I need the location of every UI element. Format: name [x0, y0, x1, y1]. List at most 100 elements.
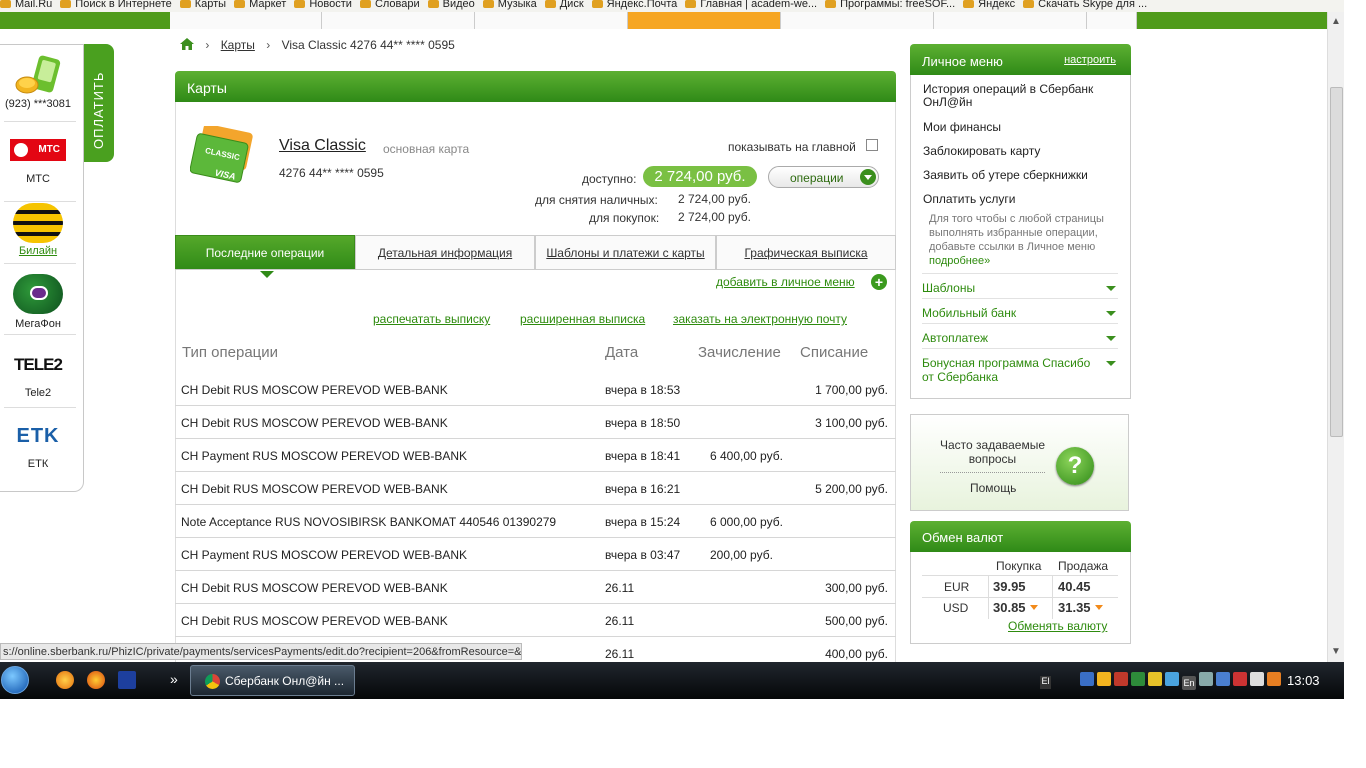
firefox-alt-icon[interactable] [87, 671, 105, 689]
menu-item-pay-services[interactable]: Оплатить услуги [923, 193, 1123, 206]
bookmark-item[interactable]: Главная | academ-we... [685, 0, 817, 10]
tab-detail-info[interactable]: Детальная информация [355, 235, 535, 270]
table-row[interactable]: CH Debit RUS MOSCOW PEREVOD WEB-BANK вчер… [175, 373, 896, 406]
home-icon[interactable] [180, 38, 194, 50]
start-button[interactable] [0, 663, 30, 699]
bookmark-item[interactable]: Скачать Skype для ... [1023, 0, 1147, 10]
menu-item-block-card[interactable]: Заблокировать карту [923, 145, 1123, 158]
pay-tab-label: ОПЛАТИТЬ [91, 71, 106, 149]
table-row[interactable]: Note Acceptance RUS NOVOSIBIRSK BANKOMAT… [175, 505, 896, 538]
operations-dropdown-button[interactable]: операции [768, 166, 879, 188]
bookmark-item[interactable]: Маркет [234, 0, 286, 10]
firefox-icon[interactable] [56, 671, 74, 689]
bookmark-item[interactable]: Поиск в Интернете [60, 0, 172, 10]
chevron-down-icon [1106, 336, 1116, 341]
divider [4, 407, 76, 408]
pay-operator-mts[interactable]: МТС МТС [2, 139, 76, 202]
bookmark-item[interactable]: Новости [294, 0, 352, 10]
tab-graphic-statement[interactable]: Графическая выписка [716, 235, 896, 270]
bookmark-item[interactable]: Музыка [482, 0, 537, 10]
tray-icon[interactable] [1216, 672, 1230, 686]
operator-label[interactable]: Билайн [2, 245, 74, 257]
print-statement-link[interactable]: распечатать выписку [373, 312, 490, 326]
taskbar-more-icon[interactable]: » [170, 671, 178, 687]
breadcrumb-cards-link[interactable]: Карты [221, 38, 255, 52]
bookmark-item[interactable]: Программы: freeSOF... [825, 0, 955, 10]
top-nav-tab-active[interactable] [628, 12, 781, 29]
vertical-scrollbar[interactable]: ▲ ▼ [1327, 12, 1344, 662]
top-nav-tab[interactable] [781, 12, 934, 29]
table-row[interactable]: CH Debit RUS MOSCOW PEREVOD WEB-BANK 26.1… [175, 604, 896, 637]
scrollbar-thumb[interactable] [1330, 87, 1343, 437]
menu-section-templates[interactable]: Шаблоны [922, 273, 1118, 295]
menu-section-mobile-bank[interactable]: Мобильный банк [922, 298, 1118, 320]
bookmark-item[interactable]: Яндекс.Почта [591, 0, 677, 10]
cards-section-header: Карты [175, 71, 896, 102]
scroll-up-arrow-icon[interactable]: ▲ [1331, 16, 1341, 27]
bookmark-item[interactable]: Словари [359, 0, 420, 10]
show-on-main-label: показывать на главной [728, 140, 856, 154]
mts-logo: МТС [10, 139, 66, 161]
menu-item-history[interactable]: История операций в Сбербанк ОнЛ@йн [923, 83, 1123, 109]
extended-statement-link[interactable]: расширенная выписка [520, 312, 645, 326]
table-row[interactable]: CH Debit RUS MOSCOW PEREVOD WEB-BANK вчер… [175, 472, 896, 505]
show-on-main-checkbox[interactable] [866, 139, 878, 151]
pay-operator-tele2[interactable]: TELE2 Tele2 [2, 355, 76, 408]
pay-operator-etk[interactable]: ETK ЕТК [2, 425, 74, 470]
mobile-pay-panel: (923) ***3081 МТС МТС Билайн МегаФон TEL… [0, 44, 84, 492]
top-nav-tab[interactable] [475, 12, 628, 29]
bookmark-item[interactable]: Mail.Ru [0, 0, 52, 10]
tele2-logo: TELE2 [14, 355, 63, 374]
table-row[interactable]: CH Debit RUS MOSCOW PEREVOD WEB-BANK 26.1… [175, 571, 896, 604]
tray-icon[interactable] [1267, 672, 1281, 686]
bookmark-item[interactable]: Диск [544, 0, 584, 10]
pay-operator-megafon[interactable]: МегаФон [2, 274, 76, 335]
tab-templates-payments[interactable]: Шаблоны и платежи с карты [535, 235, 716, 270]
top-nav-tab[interactable] [934, 12, 1087, 29]
faq-title[interactable]: Часто задаваемые вопросы [930, 438, 1055, 466]
add-to-personal-menu-link[interactable]: добавить в личное меню [716, 275, 855, 289]
taskbar-task-sberbank[interactable]: Сбербанк Онл@йн ... [190, 665, 355, 696]
tray-icon[interactable] [1250, 672, 1264, 686]
tray-icon[interactable] [1165, 672, 1179, 686]
plus-icon[interactable]: + [871, 274, 887, 290]
tab-recent-operations[interactable]: Последние операции [175, 235, 355, 278]
language-indicator[interactable]: El [1040, 676, 1051, 689]
cash-limit-label: для снятия наличных: [535, 193, 658, 207]
table-row[interactable]: CH Payment RUS MOSCOW PEREVOD WEB-BANK вч… [175, 439, 896, 472]
bookmark-item[interactable]: Видео [427, 0, 475, 10]
menu-section-autopay[interactable]: Автоплатеж [922, 323, 1118, 345]
bookmark-item[interactable]: Яндекс [963, 0, 1015, 10]
pay-tab[interactable]: ОПЛАТИТЬ [84, 44, 114, 162]
tray-icon[interactable] [1148, 672, 1162, 686]
top-nav-tab[interactable] [322, 12, 475, 29]
tray-language[interactable]: En [1182, 676, 1196, 690]
bookmark-item[interactable]: Карты [179, 0, 226, 10]
app-icon[interactable] [118, 671, 136, 689]
table-row[interactable]: CH Debit RUS MOSCOW PEREVOD WEB-BANK вчер… [175, 406, 896, 439]
table-row[interactable]: CH Payment RUS MOSCOW PEREVOD WEB-BANK вч… [175, 538, 896, 571]
pay-operator-beeline[interactable]: Билайн [2, 203, 76, 264]
tray-icon[interactable] [1097, 672, 1111, 686]
menu-item-my-finances[interactable]: Мои финансы [923, 121, 1123, 134]
question-icon[interactable]: ? [1056, 447, 1094, 485]
tray-icon[interactable] [1080, 672, 1094, 686]
more-link[interactable]: подробнее» [929, 255, 990, 267]
card-name-link[interactable]: Visa Classic [279, 137, 366, 155]
exchange-currency-link[interactable]: Обменять валюту [1008, 619, 1107, 633]
tray-icon[interactable] [1131, 672, 1145, 686]
help-link[interactable]: Помощь [970, 481, 1016, 495]
tray-icon[interactable] [1233, 672, 1247, 686]
configure-link[interactable]: настроить [1064, 54, 1116, 66]
menu-section-bonus[interactable]: Бонусная программа Спасибо от Сбербанка [922, 348, 1118, 384]
order-email-link[interactable]: заказать на электронную почту [673, 312, 847, 326]
tray-icon[interactable] [1199, 672, 1213, 686]
top-nav-tab[interactable] [1087, 12, 1137, 29]
divider [922, 575, 1118, 576]
bookmark-icon [685, 0, 697, 8]
pay-operator-own-phone[interactable]: (923) ***3081 [2, 55, 76, 122]
menu-item-lost-passbook[interactable]: Заявить об утере сберкнижки [923, 169, 1123, 182]
scroll-down-arrow-icon[interactable]: ▼ [1331, 646, 1341, 657]
top-nav-tab[interactable] [170, 12, 322, 29]
tray-icon[interactable] [1114, 672, 1128, 686]
